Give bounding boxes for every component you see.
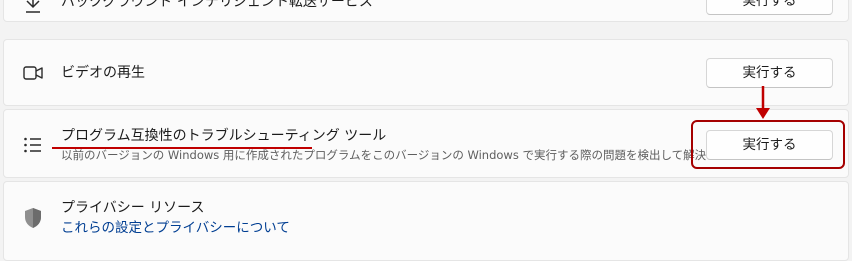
- row-title: プログラム互換性のトラブルシューティング ツール: [61, 128, 387, 144]
- row-title: バックグラウンド インテリジェント転送サービス: [61, 0, 373, 10]
- row-title: プライバシー リソース: [61, 200, 205, 216]
- shield-icon: [21, 206, 45, 230]
- troubleshooter-row-background-transfer: バックグラウンド インテリジェント転送サービス 実行する: [3, 0, 849, 22]
- row-description: 以前のバージョンの Windows 用に作成されたプログラムをこのバージョンの …: [61, 148, 751, 162]
- download-icon: [21, 0, 45, 15]
- list-icon: [21, 133, 45, 157]
- title-annotation-underline: [52, 147, 312, 149]
- privacy-resources-row: プライバシー リソース これらの設定とプライバシーについて: [3, 181, 849, 261]
- button-annotation-box: [691, 120, 845, 169]
- run-button-background-transfer[interactable]: 実行する: [706, 0, 833, 15]
- row-title: ビデオの再生: [61, 65, 145, 81]
- video-camera-icon: [21, 61, 45, 85]
- run-button-video-playback[interactable]: 実行する: [706, 58, 833, 88]
- troubleshooter-row-video-playback: ビデオの再生 実行する: [3, 39, 849, 106]
- privacy-settings-link[interactable]: これらの設定とプライバシーについて: [61, 219, 290, 237]
- annotation-arrow-icon: [756, 86, 770, 119]
